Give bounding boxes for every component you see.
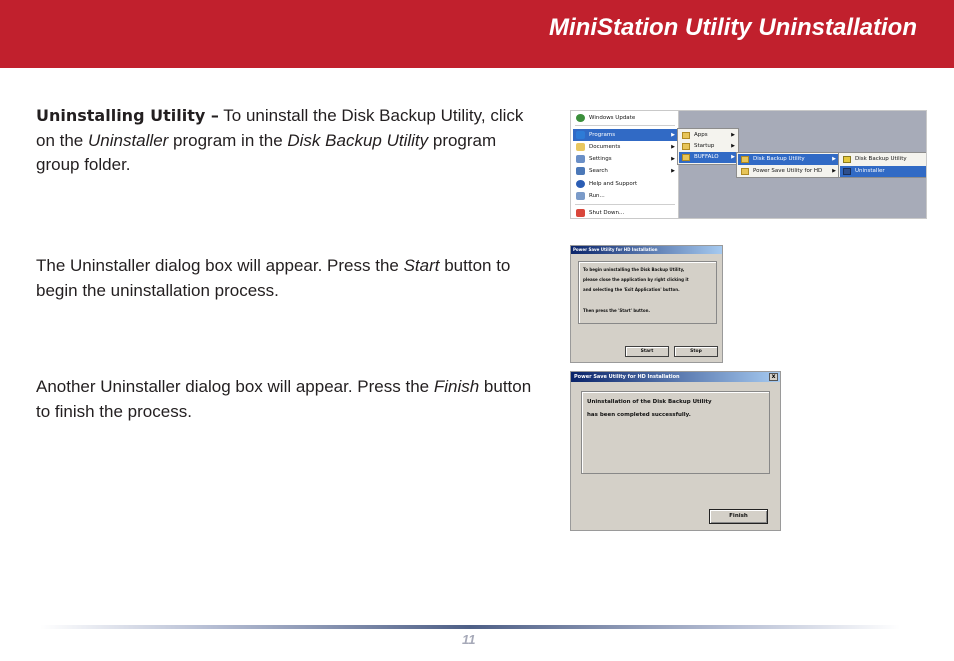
menu-item-programs[interactable]: Programs ▶: [573, 129, 677, 141]
chevron-right-icon: ▶: [671, 156, 675, 162]
folder-icon: [682, 154, 690, 161]
menu-divider: [575, 125, 675, 126]
dialog-message-line: has been completed successfully.: [587, 412, 691, 418]
text-segment: The Uninstaller dialog box will appear. …: [36, 256, 404, 275]
emphasis-finish: Finish: [433, 377, 480, 396]
menu-item-label: Help and Support: [589, 181, 638, 187]
documents-icon: [576, 143, 585, 151]
menu-item-label: Windows Update: [589, 115, 636, 121]
submenu-label: Startup: [694, 143, 715, 149]
buffalo-submenu: Disk Backup Utility ▶ Power Save Utility …: [736, 152, 840, 178]
submenu-item-uninstaller[interactable]: Uninstaller: [840, 166, 926, 177]
disk-backup-submenu: Disk Backup Utility Uninstaller: [838, 152, 926, 178]
windows-update-icon: [576, 114, 585, 122]
menu-item-label: Shut Down...: [589, 210, 625, 216]
start-button[interactable]: Start: [625, 346, 669, 357]
close-icon[interactable]: x: [769, 373, 778, 381]
menu-item-shut-down[interactable]: Shut Down...: [573, 207, 677, 218]
shut-down-icon: [576, 209, 585, 217]
dialog-title-bar: Power Save Utility for HD Installation: [571, 246, 722, 254]
chevron-right-icon: ▶: [671, 168, 675, 174]
submenu-item-power-save-utility[interactable]: Power Save Utility for HD ▶: [738, 166, 838, 177]
instruction-uninstall: Uninstalling Utility – To uninstall the …: [36, 104, 536, 178]
folder-icon: [682, 143, 690, 150]
run-icon: [576, 192, 585, 200]
folder-icon: [741, 156, 749, 163]
text-segment: program in the: [168, 130, 288, 150]
submenu-item-disk-backup-app[interactable]: Disk Backup Utility: [840, 154, 926, 165]
uninstall-start-dialog: Power Save Utility for HD Installation T…: [570, 245, 723, 363]
text-segment: Another Uninstaller dialog box will appe…: [36, 377, 434, 396]
dialog-message-line: Uninstallation of the Disk Backup Utilit…: [587, 399, 712, 405]
chevron-right-icon: ▶: [731, 154, 735, 160]
settings-icon: [576, 155, 585, 163]
menu-item-label: Run...: [589, 193, 605, 199]
instruction-start: The Uninstaller dialog box will appear. …: [36, 254, 546, 303]
submenu-label: Power Save Utility for HD: [753, 168, 823, 174]
submenu-item-buffalo[interactable]: BUFFALO ▶: [679, 152, 737, 163]
programs-submenu: Apps ▶ Startup ▶ BUFFALO ▶: [677, 128, 739, 165]
start-menu-panel: Windows Update Programs ▶ Documents ▶ Sett…: [571, 111, 679, 218]
dialog-message-line: please close the application by right cl…: [583, 277, 689, 282]
page-title: MiniStation Utility Uninstallation: [549, 14, 917, 41]
dialog-message-line: Then press the 'Start' button.: [583, 308, 650, 313]
menu-item-label: Programs: [589, 132, 616, 138]
submenu-label: Disk Backup Utility: [855, 156, 907, 162]
page-number: 11: [462, 632, 476, 647]
stop-button[interactable]: Stop: [674, 346, 718, 357]
dialog-title: Power Save Utility for HD Installation: [574, 374, 680, 380]
uninstall-complete-dialog: Power Save Utility for HD Installation x …: [570, 371, 781, 531]
submenu-item-disk-backup-utility[interactable]: Disk Backup Utility ▶: [738, 154, 838, 165]
submenu-label: Apps: [694, 132, 708, 138]
dialog-message-box: Uninstallation of the Disk Backup Utilit…: [581, 391, 770, 474]
menu-item-help[interactable]: Help and Support: [573, 178, 677, 190]
menu-item-label: Search: [589, 168, 608, 174]
app-icon: [843, 156, 851, 163]
menu-item-documents[interactable]: Documents ▶: [573, 141, 677, 153]
programs-icon: [576, 131, 585, 139]
menu-item-settings[interactable]: Settings ▶: [573, 153, 677, 165]
instruction-finish: Another Uninstaller dialog box will appe…: [36, 375, 536, 424]
dialog-message-box: To begin uninstalling the Disk Backup Ut…: [578, 261, 717, 324]
chevron-right-icon: ▶: [671, 132, 675, 138]
chevron-right-icon: ▶: [731, 132, 735, 138]
dialog-title-bar: Power Save Utility for HD Installation x: [571, 372, 780, 382]
menu-divider: [575, 204, 675, 205]
submenu-label: BUFFALO: [694, 154, 719, 160]
finish-button[interactable]: Finish: [709, 509, 768, 524]
help-icon: [576, 180, 585, 188]
footer-divider: [40, 625, 900, 629]
menu-item-search[interactable]: Search ▶: [573, 165, 677, 177]
submenu-label: Uninstaller: [855, 168, 885, 174]
search-icon: [576, 167, 585, 175]
folder-icon: [741, 168, 749, 175]
submenu-item-apps[interactable]: Apps ▶: [679, 130, 737, 141]
emphasis-start: Start: [403, 256, 440, 275]
dialog-message-line: To begin uninstalling the Disk Backup Ut…: [583, 267, 685, 272]
menu-item-windows-update[interactable]: Windows Update: [573, 112, 677, 124]
chevron-right-icon: ▶: [671, 144, 675, 150]
emphasis-uninstaller: Uninstaller: [88, 130, 169, 150]
chevron-right-icon: ▶: [832, 168, 836, 174]
chevron-right-icon: ▶: [731, 143, 735, 149]
header-bar: MiniStation Utility Uninstallation: [0, 0, 954, 68]
dialog-message-line: and selecting the 'Exit Application' but…: [583, 287, 680, 292]
menu-item-label: Settings: [589, 156, 612, 162]
emphasis-disk-backup-utility: Disk Backup Utility: [287, 130, 429, 150]
uninstaller-icon: [843, 168, 851, 175]
chevron-right-icon: ▶: [832, 156, 836, 162]
folder-icon: [682, 132, 690, 139]
start-menu-screenshot: Windows Update Programs ▶ Documents ▶ Sett…: [570, 110, 927, 219]
submenu-item-startup[interactable]: Startup ▶: [679, 141, 737, 152]
submenu-label: Disk Backup Utility: [753, 156, 805, 162]
menu-item-label: Documents: [589, 144, 621, 150]
menu-item-run[interactable]: Run...: [573, 190, 677, 202]
section-lead: Uninstalling Utility –: [36, 106, 219, 125]
